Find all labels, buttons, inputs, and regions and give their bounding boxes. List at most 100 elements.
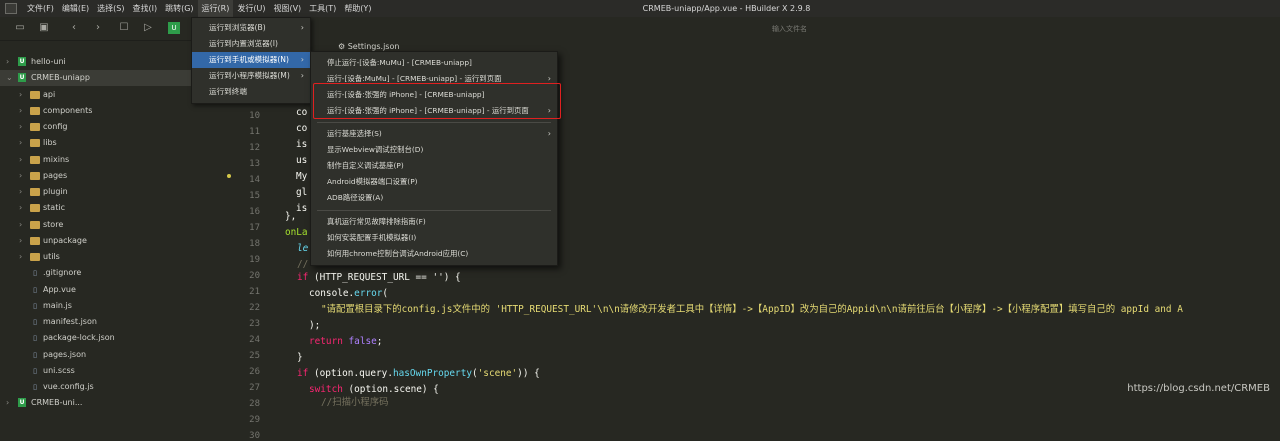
chevron-icon[interactable]: › [19, 103, 27, 119]
chevron-icon[interactable]: › [19, 249, 27, 265]
chevron-icon[interactable]: › [19, 152, 27, 168]
chevron-icon[interactable]: › [19, 200, 27, 216]
chevron-icon[interactable]: › [19, 87, 27, 103]
run-to-terminal-item[interactable]: 运行到终端 [192, 84, 310, 100]
code-line-27: if (option.query.hasOwnProperty('scene')… [297, 368, 540, 379]
chevron-icon[interactable]: › [19, 168, 27, 184]
line-number: 15 [249, 191, 260, 201]
chevron-icon[interactable]: › [6, 54, 14, 70]
chevron-icon[interactable]: › [19, 233, 27, 249]
line-number: 21 [249, 287, 260, 297]
folder-icon [30, 91, 40, 99]
tree-item[interactable]: › plugin [0, 184, 238, 200]
code-line-18: onLa [285, 227, 308, 238]
folder-icon [30, 123, 40, 131]
tree-item[interactable]: › U CRMEB-uni... [0, 395, 238, 411]
menu-tools[interactable]: 工具(T) [305, 0, 340, 17]
tree-item[interactable]: › utils [0, 249, 238, 265]
tree-item-label: CRMEB-uniapp [31, 73, 90, 82]
menu-select[interactable]: 选择(S) [93, 0, 128, 17]
submenu-item-troubleshoot[interactable]: 真机运行常见故障排除指南(F) [311, 214, 557, 230]
run-to-browser-item[interactable]: 运行到浏览器(B) › [192, 20, 310, 36]
search-input[interactable]: 输入文件名 [772, 24, 807, 34]
chevron-icon[interactable]: ⌄ [6, 70, 14, 86]
tree-item[interactable]: › pages [0, 168, 238, 184]
line-number: 18 [249, 239, 260, 249]
tree-item[interactable]: › components [0, 103, 238, 119]
menu-bar: 文件(F) 编辑(E) 选择(S) 查找(I) 跳转(G) 运行(R) 发行(U… [0, 0, 1280, 17]
submenu-item-stop-mumu[interactable]: 停止运行-[设备:MuMu] - [CRMEB-uniapp] [311, 55, 557, 71]
submenu-item-adb-path[interactable]: ADB路径设置(A) [311, 190, 557, 206]
run-to-miniprogram-item[interactable]: 运行到小程序模拟器(M) › [192, 68, 310, 84]
folder-icon [30, 172, 40, 180]
project-icon[interactable]: U [168, 22, 180, 34]
menu-run[interactable]: 运行(R) [197, 0, 234, 17]
new-file-icon[interactable]: ▭ [14, 22, 26, 34]
tab-settings[interactable]: ⚙ Settings.json [338, 42, 399, 51]
tree-item-label: uni.scss [43, 366, 75, 375]
highlight-box [313, 83, 561, 119]
chevron-icon[interactable]: › [19, 135, 27, 151]
tree-item-label: pages [43, 171, 68, 180]
tree-item[interactable]: ▯ package-lock.json [0, 330, 238, 346]
chevron-icon[interactable]: › [19, 184, 27, 200]
file-icon: ▯ [33, 318, 37, 326]
run-to-builtin-browser-item[interactable]: 运行到内置浏览器(I) [192, 36, 310, 52]
chevron-right-icon: › [300, 55, 304, 64]
run-to-device-item[interactable]: 运行到手机或模拟器(N) › [192, 52, 310, 68]
submenu-item-android-port[interactable]: Android模拟器端口设置(P) [311, 174, 557, 190]
tree-item[interactable]: › mixins [0, 152, 238, 168]
line-number: 16 [249, 207, 260, 217]
tree-item[interactable]: › store [0, 217, 238, 233]
file-icon: ▯ [33, 383, 37, 391]
tree-item[interactable]: ▯ vue.config.js [0, 379, 238, 395]
menu-help[interactable]: 帮助(Y) [340, 0, 375, 17]
chevron-icon[interactable]: › [19, 217, 27, 233]
back-icon[interactable]: ‹ [68, 22, 80, 34]
menu-find[interactable]: 查找(I) [128, 0, 161, 17]
submenu-item-chrome-debug[interactable]: 如何用chrome控制台调试Android应用(C) [311, 246, 557, 262]
tree-item[interactable]: ▯ main.js [0, 298, 238, 314]
tree-item-label: unpackage [43, 236, 87, 245]
code-line-17: }, [285, 211, 297, 222]
submenu-item-base-select[interactable]: 运行基座选择(S) › [311, 126, 557, 142]
tree-item[interactable]: ▯ manifest.json [0, 314, 238, 330]
tree-item[interactable]: › libs [0, 135, 238, 151]
tree-item[interactable]: › unpackage [0, 233, 238, 249]
line-number: 28 [249, 399, 260, 409]
menu-edit[interactable]: 编辑(E) [58, 0, 93, 17]
file-icon: ▯ [33, 334, 37, 342]
browser-icon[interactable]: ☐ [118, 22, 130, 34]
submenu-item-emulator-guide[interactable]: 如何安装配置手机模拟器(I) [311, 230, 557, 246]
line-number: 25 [249, 351, 260, 361]
code-line-24: ); [309, 320, 321, 331]
tree-item[interactable]: ▯ uni.scss [0, 363, 238, 379]
menu-view[interactable]: 视图(V) [269, 0, 305, 17]
tree-item-label: vue.config.js [43, 382, 94, 391]
tree-item[interactable]: ▯ pages.json [0, 347, 238, 363]
tree-item-label: components [43, 106, 93, 115]
gear-icon: ⚙ [338, 42, 346, 51]
tree-item[interactable]: › config [0, 119, 238, 135]
tree-item-label: utils [43, 252, 60, 261]
chevron-icon[interactable]: › [6, 395, 14, 411]
tree-item[interactable]: › static [0, 200, 238, 216]
tree-item[interactable]: ▯ .gitignore [0, 265, 238, 281]
watermark: https://blog.csdn.net/CRMEB [1127, 383, 1270, 394]
run-icon[interactable]: ▷ [142, 22, 154, 34]
line-number: 12 [249, 143, 260, 153]
file-icon: ▯ [33, 286, 37, 294]
menu-goto[interactable]: 跳转(G) [161, 0, 197, 17]
code-line-15: is [296, 203, 308, 214]
code-line-13: My [296, 171, 308, 182]
submenu-item-custom-base[interactable]: 制作自定义调试基座(P) [311, 158, 557, 174]
menu-separator [317, 210, 551, 211]
tree-item[interactable]: ▯ App.vue [0, 282, 238, 298]
menu-file[interactable]: 文件(F) [23, 0, 58, 17]
save-icon[interactable]: ▣ [38, 22, 50, 34]
chevron-icon[interactable]: › [19, 119, 27, 135]
folder-icon [30, 253, 40, 261]
submenu-item-webview-console[interactable]: 显示Webview调试控制台(D) [311, 142, 557, 158]
menu-publish[interactable]: 发行(U) [233, 0, 269, 17]
forward-icon[interactable]: › [92, 22, 104, 34]
